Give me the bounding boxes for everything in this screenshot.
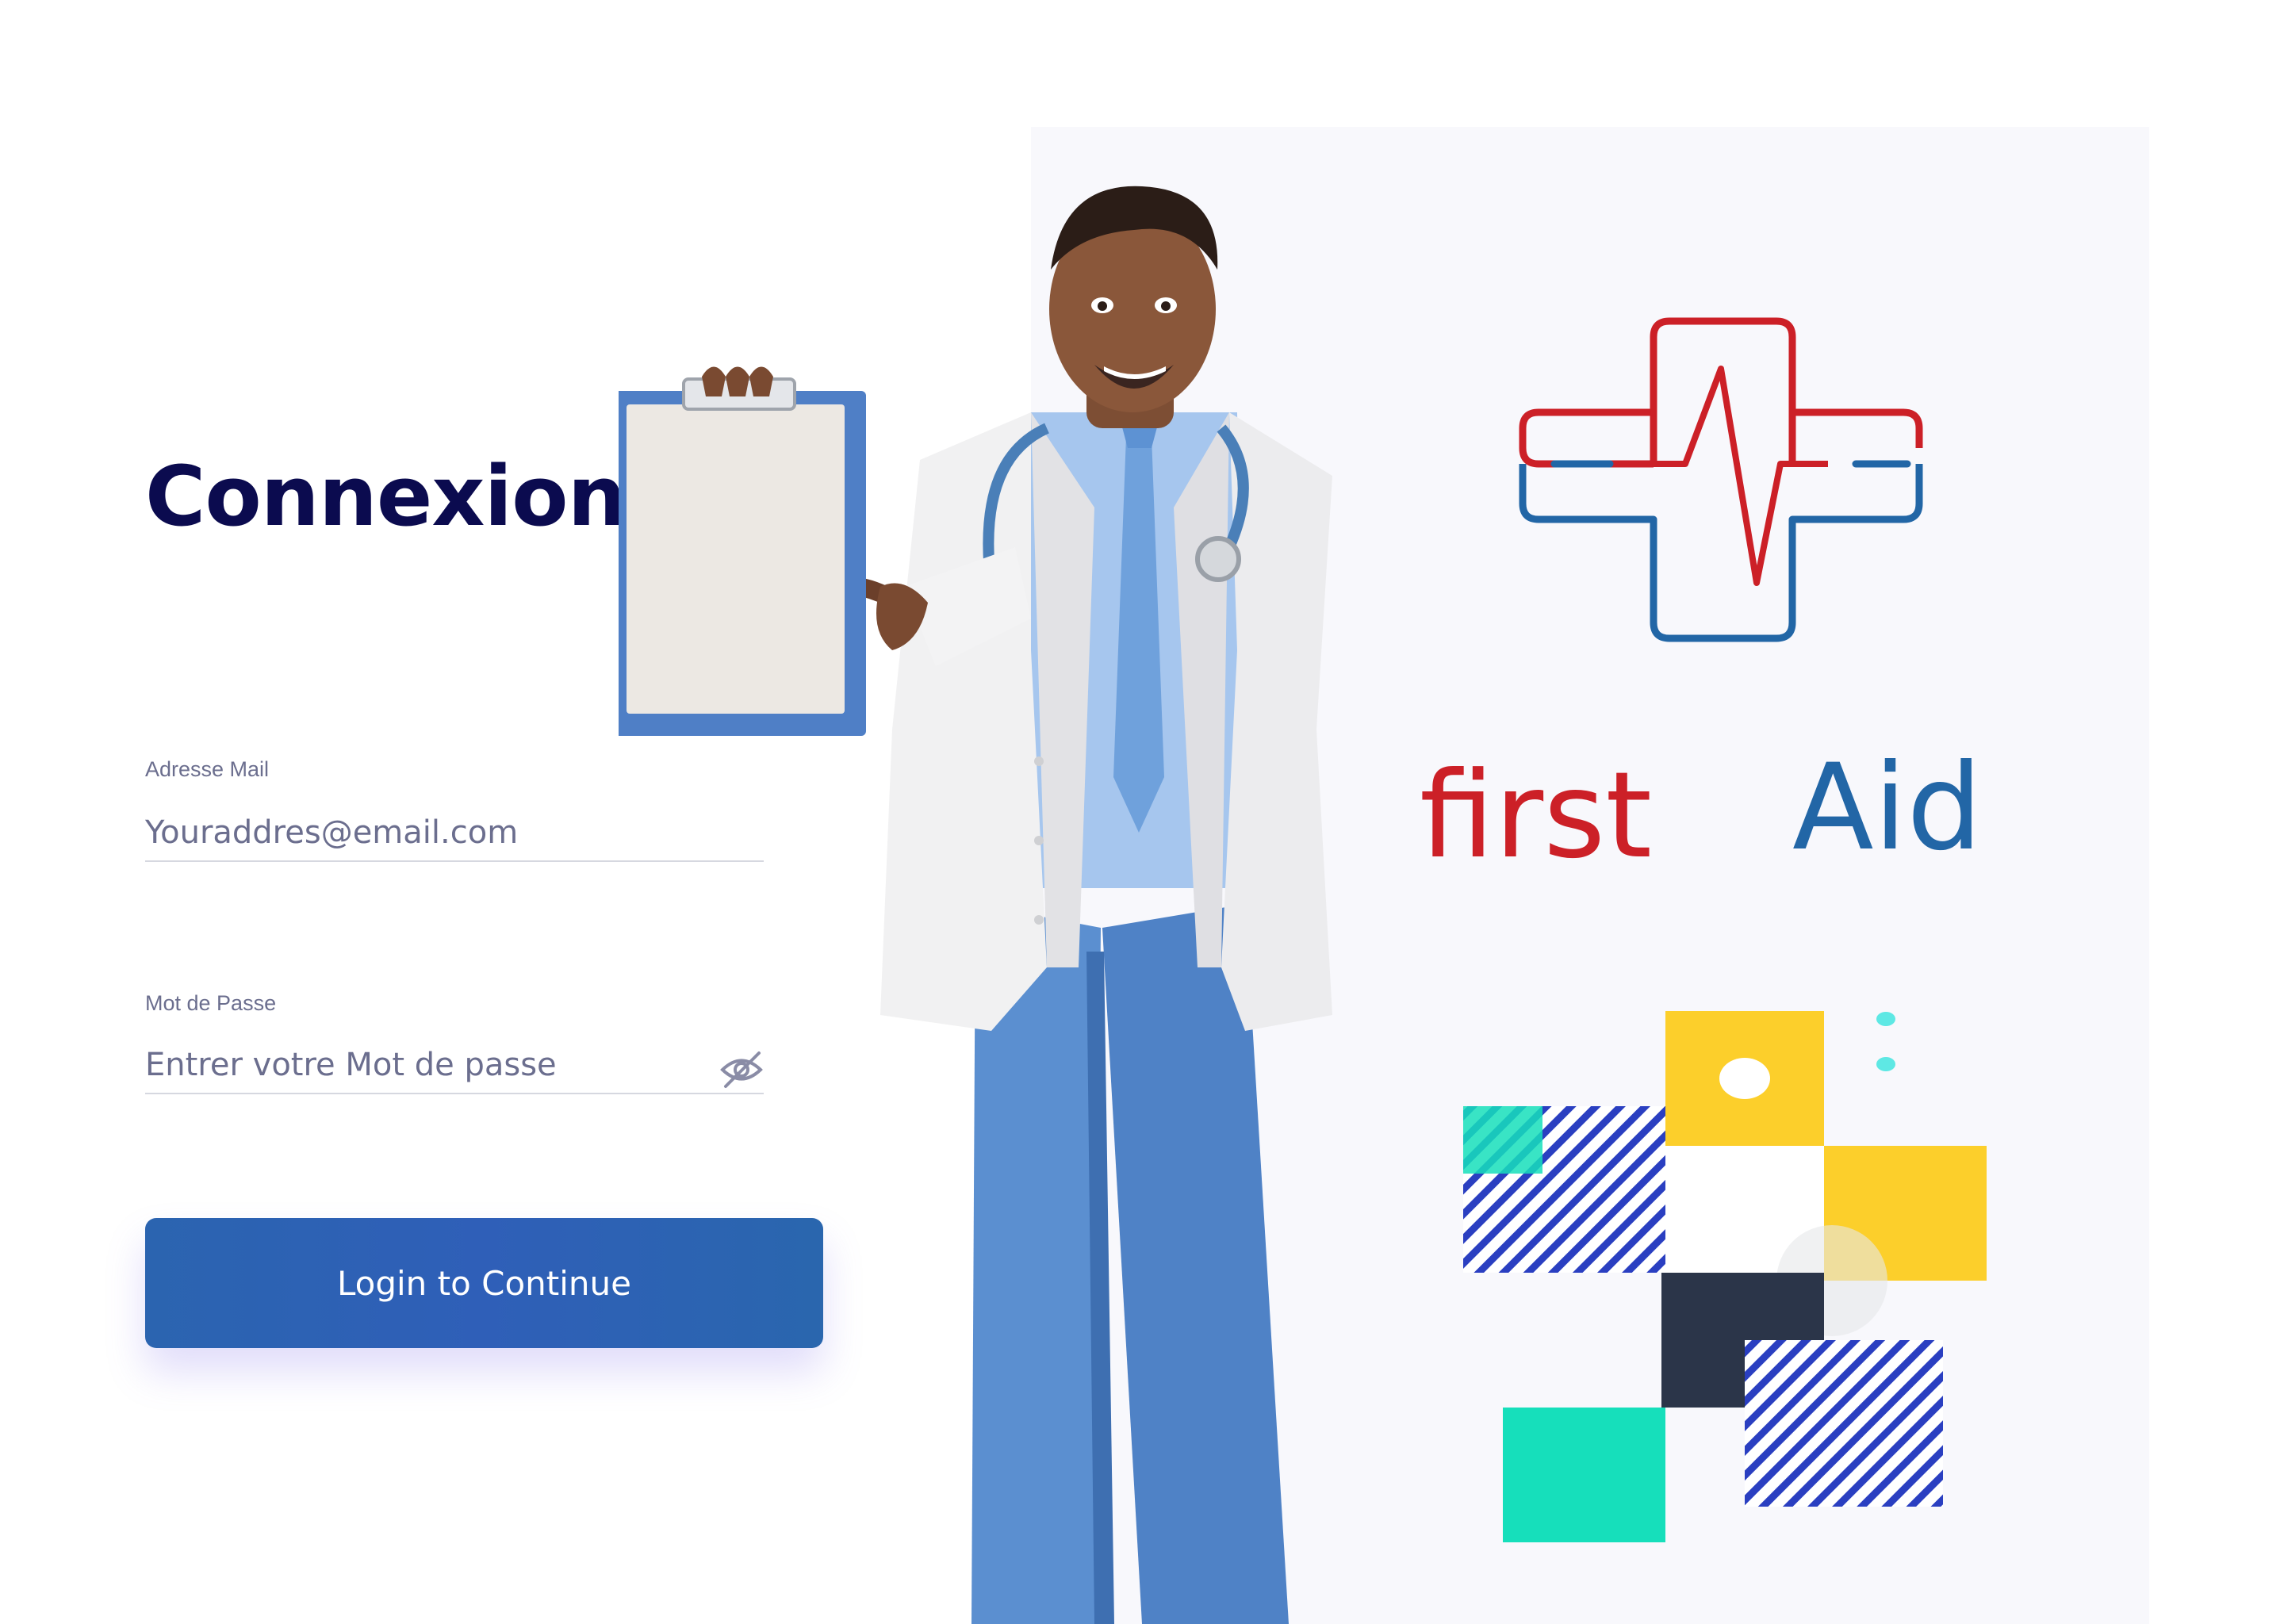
password-label: Mot de Passe [145,991,277,1015]
medical-cross-heartbeat-icon [1519,317,1923,642]
doctor-illustration [619,186,1332,1624]
geometric-decoration [1463,1011,1987,1542]
brand-word-first: first [1420,747,1652,872]
brand-wordmark: first Aid [1420,739,1983,872]
email-label: Adresse Mail [145,757,270,781]
brand-word-aid: Aid [1792,739,1983,872]
page-title: Connexion [145,448,627,545]
